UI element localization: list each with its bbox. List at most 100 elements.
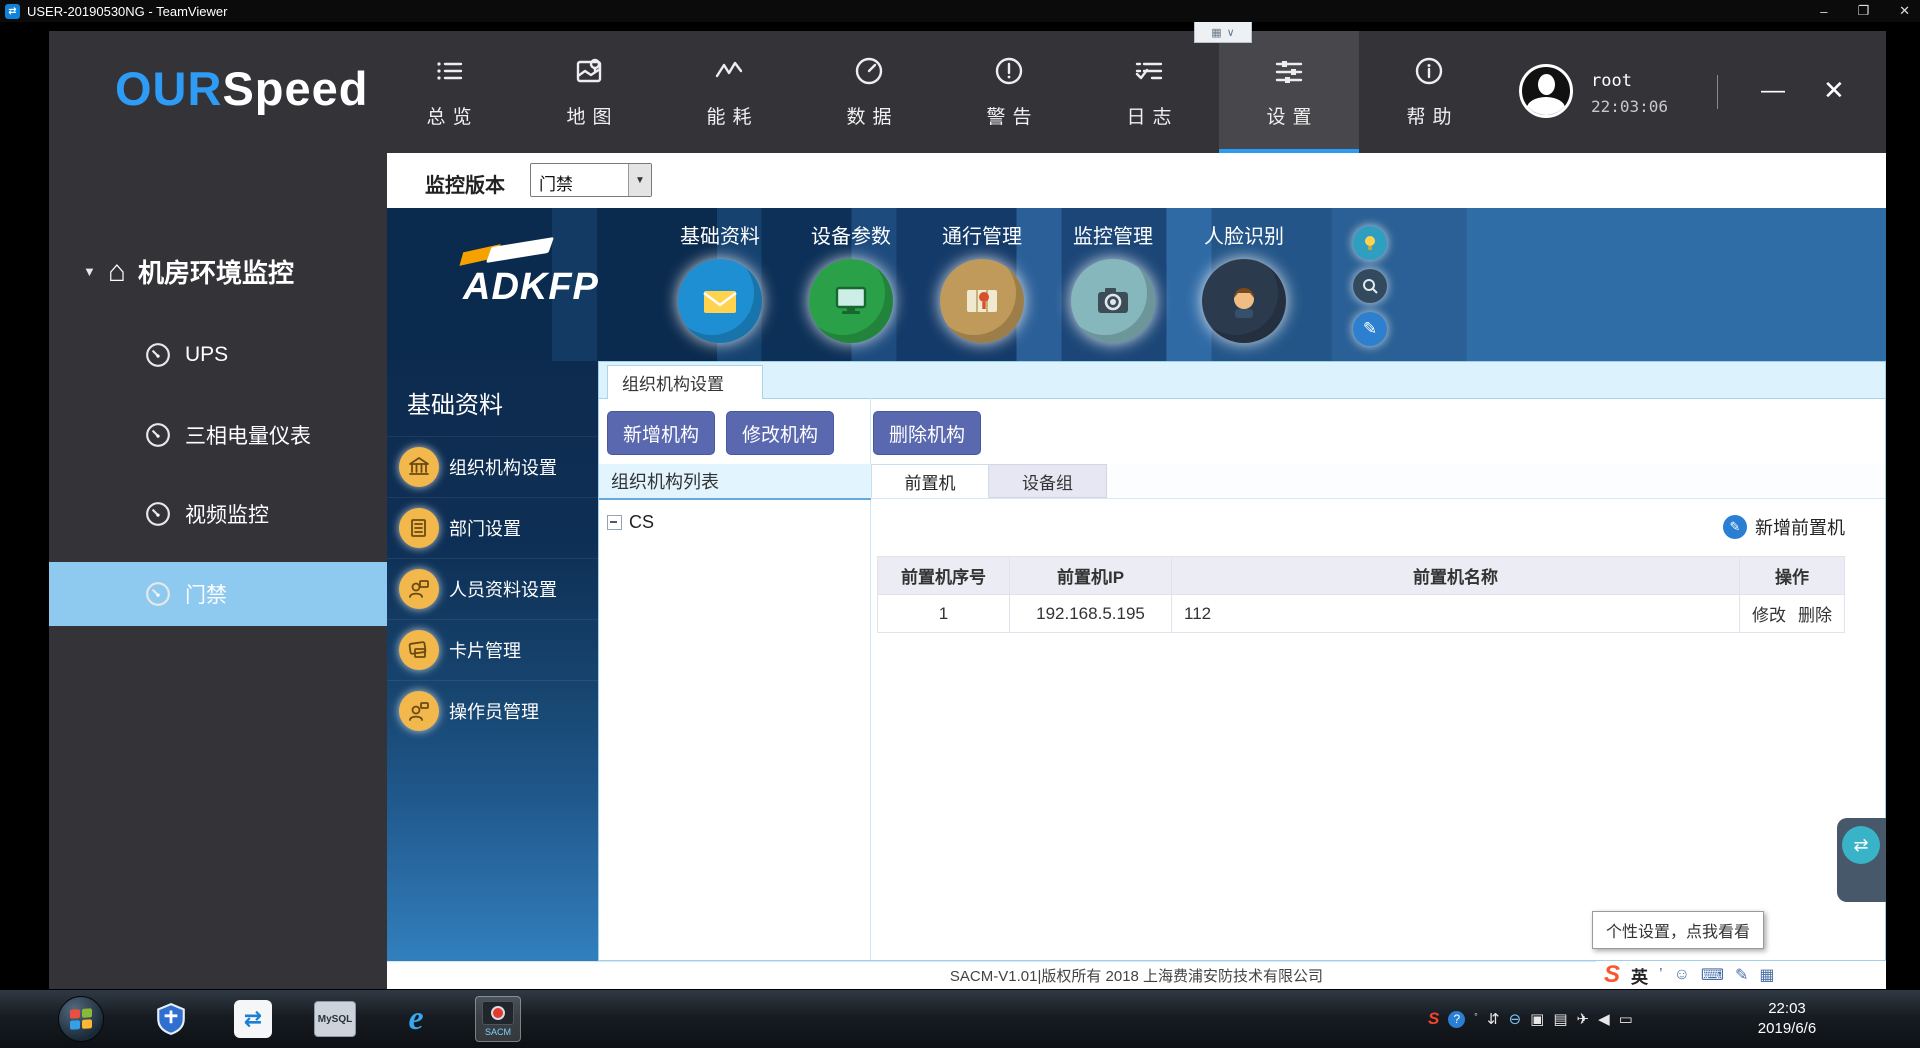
add-org-button[interactable]: 新增机构 <box>607 411 715 455</box>
tree-node-cs[interactable]: CS <box>607 512 871 533</box>
keyboard-icon[interactable]: ⌨ <box>1701 965 1724 985</box>
face-icon[interactable] <box>1202 259 1286 343</box>
nav-alert[interactable]: 警告 <box>939 31 1079 153</box>
table-header-row: 前置机序号 前置机IP 前置机名称 操作 <box>878 557 1844 595</box>
tree-node-label: CS <box>629 512 654 533</box>
camera-icon[interactable] <box>1071 259 1155 343</box>
module-device-params[interactable]: 设备参数 <box>801 220 901 343</box>
sidebar-root-node[interactable]: ▼ ⌂ 机房环境监控 <box>83 253 294 290</box>
start-button[interactable] <box>58 996 104 1042</box>
sogou-logo[interactable]: S <box>1604 962 1620 988</box>
sidebar-item-ups[interactable]: UPS <box>49 323 387 387</box>
submenu-item-operator[interactable]: 操作员管理 <box>387 680 598 741</box>
module-face-recognition[interactable]: 人脸识别 <box>1194 220 1294 343</box>
submenu-item-personnel[interactable]: 人员资料设置 <box>387 558 598 619</box>
nav-settings[interactable]: 设置 <box>1219 31 1359 153</box>
add-front-machine-link[interactable]: ✎ 新增前置机 <box>1723 514 1845 540</box>
nav-log-label: 日志 <box>1126 102 1178 129</box>
emoji-icon[interactable]: ☺ <box>1674 966 1690 984</box>
edit-org-button[interactable]: 修改机构 <box>726 411 834 455</box>
search-icon[interactable] <box>1353 269 1387 303</box>
submenu-item-card[interactable]: 卡片管理 <box>387 619 598 680</box>
card-icon <box>399 630 439 670</box>
grid-icon: ▦ <box>1211 26 1221 39</box>
taskbar-app-sacm[interactable]: SACM <box>475 996 521 1042</box>
tab-front-machine[interactable]: 前置机 <box>871 464 989 498</box>
nav-map-label: 地图 <box>566 102 618 129</box>
speaker-tray-icon[interactable]: ◀ <box>1598 1010 1610 1028</box>
user-name: root <box>1591 71 1632 91</box>
tab-device-group[interactable]: 设备组 <box>989 464 1107 498</box>
edit-row-link[interactable]: 修改 <box>1752 601 1786 626</box>
module-monitor-mgmt[interactable]: 监控管理 <box>1063 220 1163 343</box>
triangle-expander-icon[interactable]: ▼ <box>83 264 96 279</box>
sogou-tray-icon[interactable]: S <box>1428 1009 1439 1029</box>
version-dropdown[interactable]: 门禁 ▼ <box>530 163 652 197</box>
taskbar-clock[interactable]: 22:03 2019/6/6 <box>1742 999 1832 1039</box>
ime-tooltip[interactable]: 个性设置，点我看看 <box>1592 911 1764 949</box>
ime-language-toggle[interactable]: 英 <box>1631 963 1648 988</box>
map-pin-icon[interactable] <box>940 259 1024 343</box>
submenu-item-org[interactable]: 组织机构设置 <box>387 436 598 497</box>
nav-log[interactable]: 日志 <box>1079 31 1219 153</box>
monitor-tray-icon[interactable]: ▭ <box>1619 1010 1633 1028</box>
user-avatar[interactable] <box>1519 64 1573 118</box>
tv-close-button[interactable]: ✕ <box>1899 3 1910 19</box>
taskbar-app-ie[interactable]: e <box>393 996 439 1042</box>
handwriting-icon[interactable]: ✎ <box>1735 965 1748 985</box>
side-slide-handle[interactable]: ⇄ <box>1837 818 1886 902</box>
eject-tray-icon[interactable]: ⊖ <box>1509 1010 1522 1028</box>
delete-row-link[interactable]: 删除 <box>1798 601 1832 626</box>
tv-maximize-button[interactable]: ❐ <box>1857 3 1869 19</box>
org-toolbar: 新增机构 修改机构 删除机构 <box>599 399 1885 466</box>
submenu-item-label: 组织机构设置 <box>449 454 557 480</box>
updown-tray-icon[interactable]: ˚ <box>1474 1013 1478 1025</box>
submenu-title: 基础资料 <box>387 361 598 436</box>
teamviewer-title: USER-20190530NG - TeamViewer <box>27 4 227 19</box>
bulb-icon[interactable] <box>1353 226 1387 260</box>
nav-overview[interactable]: 总览 <box>379 31 519 153</box>
nav-map[interactable]: 地图 <box>519 31 659 153</box>
tree-collapse-icon[interactable] <box>607 515 622 530</box>
nav-help[interactable]: 帮助 <box>1359 31 1499 153</box>
app-window: OURSpeed 总览 地图 能耗 <box>49 31 1886 989</box>
shield-icon <box>154 1002 188 1036</box>
sidebar-item-video[interactable]: 视频监控 <box>49 482 387 546</box>
plane-tray-icon[interactable]: ✈ <box>1577 1010 1590 1028</box>
module-basic-data[interactable]: 基础资料 <box>670 220 770 343</box>
arrows-icon[interactable]: ⇄ <box>1842 826 1880 864</box>
taskbar-app-shield[interactable] <box>148 996 194 1042</box>
tab-org-settings[interactable]: 组织机构设置 <box>607 365 763 399</box>
monitor-icon[interactable] <box>809 259 893 343</box>
tv-minimize-button[interactable]: – <box>1820 4 1827 19</box>
volume-tray-icon[interactable]: ⇵ <box>1487 1010 1500 1028</box>
display-tray-icon[interactable]: ▣ <box>1530 1010 1544 1028</box>
app-logo: OURSpeed <box>115 61 369 116</box>
help-tray-icon[interactable]: ? <box>1448 1011 1465 1028</box>
sidebar-item-access-control[interactable]: 门禁 <box>49 562 414 626</box>
taskbar-app-teamviewer[interactable]: ⇄ <box>230 996 276 1042</box>
toolbox-icon[interactable]: ▦ <box>1759 965 1774 985</box>
app-close-button[interactable]: ✕ <box>1823 75 1845 106</box>
pencil-icon[interactable]: ✎ <box>1353 312 1387 346</box>
main-pane: 组织机构设置 新增机构 修改机构 删除机构 组织机构列表 CS 前置机 设备组 <box>598 361 1886 961</box>
delete-org-button[interactable]: 删除机构 <box>873 411 981 455</box>
submenu-item-dept[interactable]: 部门设置 <box>387 497 598 558</box>
version-label: 监控版本 <box>425 169 505 198</box>
module-access-mgmt[interactable]: 通行管理 <box>932 220 1032 343</box>
taskbar-app-mysql[interactable]: MySQL <box>312 996 358 1042</box>
user-time: 22:03:06 <box>1591 97 1668 116</box>
system-tray: S ? ˚ ⇵ ⊖ ▣ ▤ ✈ ◀ ▭ <box>1428 990 1633 1048</box>
col-header-ip: 前置机IP <box>1010 557 1172 595</box>
main-nav: 总览 地图 能耗 数据 <box>379 31 1499 153</box>
ime-punct-icon[interactable]: ’ <box>1659 966 1663 984</box>
sidebar-item-power-meter[interactable]: 三相电量仪表 <box>49 403 387 467</box>
log-icon <box>1134 56 1164 86</box>
envelope-icon[interactable] <box>678 259 762 343</box>
network-tray-icon[interactable]: ▤ <box>1553 1010 1567 1028</box>
nav-data[interactable]: 数据 <box>799 31 939 153</box>
dropdown-arrow-icon[interactable]: ▼ <box>628 164 651 196</box>
nav-energy[interactable]: 能耗 <box>659 31 799 153</box>
teamviewer-toolbar-handle[interactable]: ▦ ∨ <box>1194 22 1252 43</box>
app-minimize-button[interactable]: — <box>1761 77 1785 105</box>
